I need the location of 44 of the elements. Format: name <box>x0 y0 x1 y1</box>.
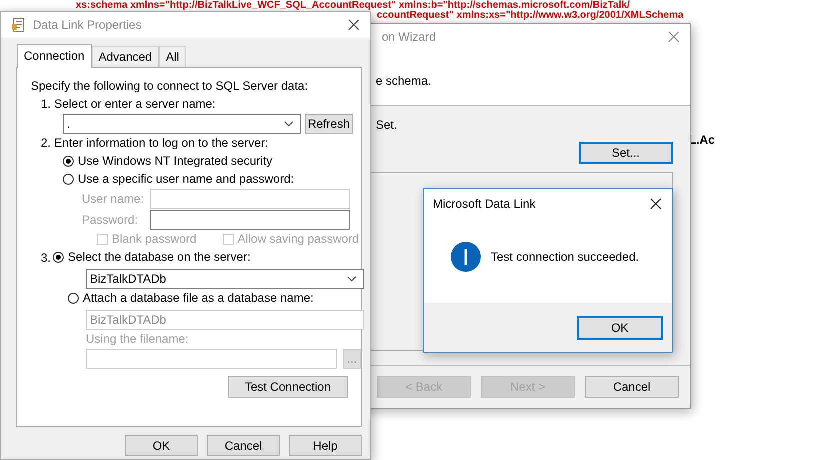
refresh-button[interactable]: Refresh <box>305 114 353 134</box>
close-icon[interactable] <box>348 19 360 31</box>
document-icon <box>11 17 27 33</box>
chevron-icon <box>347 276 357 282</box>
field-label: Using the filename: <box>86 331 190 348</box>
tab[interactable]: All <box>159 46 186 67</box>
radio-button[interactable] <box>53 252 64 263</box>
database-combo[interactable]: BizTalkDTADb <box>86 269 364 289</box>
radio-label[interactable]: Use Windows NT Integrated security <box>78 153 273 170</box>
intro-text: Specify the following to connect to SQL Server data: <box>31 78 310 95</box>
window-title: Microsoft Data Link <box>433 197 537 211</box>
instruction-text: Set. <box>375 118 398 132</box>
step-number: 3. <box>41 250 52 264</box>
radio-label[interactable]: Select the database on the server: <box>68 249 251 266</box>
password-field[interactable] <box>150 210 350 230</box>
set-button[interactable]: Set... <box>579 142 673 164</box>
tab[interactable]: Connection <box>17 44 92 68</box>
field-label: Password: <box>82 213 140 227</box>
radio-button[interactable] <box>68 293 79 304</box>
xml-code-line: xs:schema xmlns="http://BizTalkLive_WCF_SQL_AccountRequest" xmlns:b="http://schemas.microsoft.com/BizTalk/ <box>76 0 630 11</box>
chevron-icon <box>284 121 294 127</box>
radio-button[interactable] <box>63 174 74 185</box>
radio-label[interactable]: Use a specific user name and password: <box>78 171 294 188</box>
window-title: on Wizard <box>382 30 436 44</box>
step-label: 1. Select or enter a server name: <box>41 96 217 113</box>
dialog-button[interactable]: OK <box>125 435 198 456</box>
radio-button[interactable] <box>63 156 74 167</box>
field-label: User name: <box>82 192 146 206</box>
xml-code-line: ccountRequest" xmlns:xs="http://www.w3.org/2001/XMLSchema <box>377 11 684 21</box>
wizard-button[interactable]: Cancel <box>585 376 679 398</box>
window-title: Data Link Properties <box>33 18 143 32</box>
step-label: 2. Enter information to log on to the server: <box>41 135 270 152</box>
filename-field[interactable] <box>86 349 338 369</box>
close-icon[interactable] <box>650 198 662 210</box>
dialog-button[interactable]: Cancel <box>207 435 280 456</box>
test-connection-button[interactable]: Test Connection <box>228 376 348 398</box>
message-text: Test connection succeeded. <box>491 250 640 264</box>
ok-button[interactable]: OK <box>577 316 663 340</box>
radio-label[interactable]: Attach a database file as a database name: <box>83 290 314 307</box>
dialog-button[interactable]: Help <box>289 435 362 456</box>
tab[interactable]: Advanced <box>92 46 160 67</box>
description-text: e schema. <box>376 74 432 88</box>
server-combo[interactable]: . <box>63 114 301 134</box>
info-icon <box>451 242 481 272</box>
